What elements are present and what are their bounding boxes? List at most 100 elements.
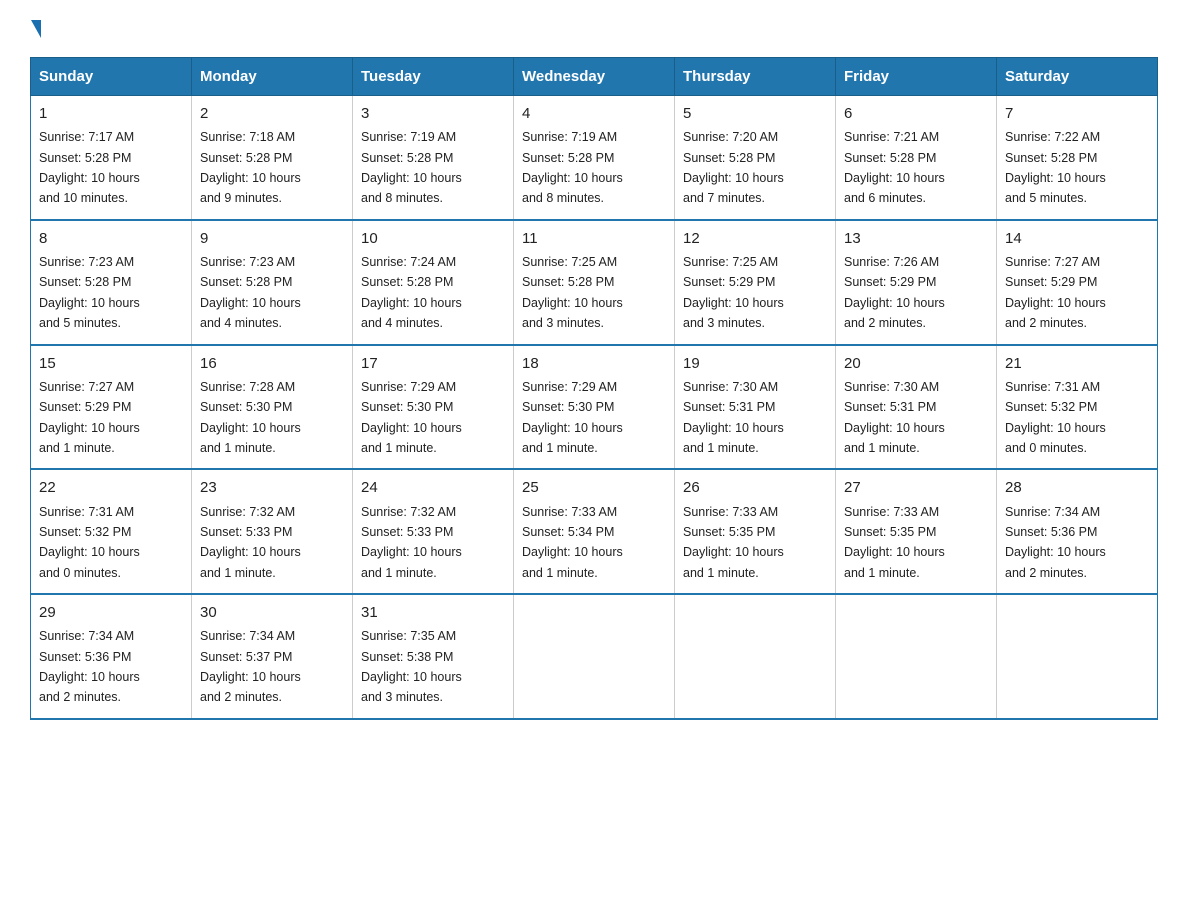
calendar-cell: 17 Sunrise: 7:29 AMSunset: 5:30 PMDayligh… [353, 345, 514, 470]
day-info: Sunrise: 7:27 AMSunset: 5:29 PMDaylight:… [1005, 255, 1106, 330]
calendar-cell: 14 Sunrise: 7:27 AMSunset: 5:29 PMDayligh… [997, 220, 1158, 345]
logo [30, 20, 41, 39]
day-number: 30 [200, 601, 344, 624]
day-number: 20 [844, 352, 988, 375]
day-number: 5 [683, 102, 827, 125]
calendar-cell [514, 594, 675, 719]
week-row-3: 15 Sunrise: 7:27 AMSunset: 5:29 PMDayligh… [31, 345, 1158, 470]
calendar-cell: 29 Sunrise: 7:34 AMSunset: 5:36 PMDayligh… [31, 594, 192, 719]
day-number: 19 [683, 352, 827, 375]
day-info: Sunrise: 7:32 AMSunset: 5:33 PMDaylight:… [361, 505, 462, 580]
day-number: 16 [200, 352, 344, 375]
calendar-cell: 16 Sunrise: 7:28 AMSunset: 5:30 PMDayligh… [192, 345, 353, 470]
day-info: Sunrise: 7:27 AMSunset: 5:29 PMDaylight:… [39, 380, 140, 455]
day-info: Sunrise: 7:30 AMSunset: 5:31 PMDaylight:… [844, 380, 945, 455]
day-info: Sunrise: 7:21 AMSunset: 5:28 PMDaylight:… [844, 130, 945, 205]
calendar-cell: 19 Sunrise: 7:30 AMSunset: 5:31 PMDayligh… [675, 345, 836, 470]
calendar-cell: 2 Sunrise: 7:18 AMSunset: 5:28 PMDaylight… [192, 96, 353, 220]
calendar-cell: 15 Sunrise: 7:27 AMSunset: 5:29 PMDayligh… [31, 345, 192, 470]
day-info: Sunrise: 7:19 AMSunset: 5:28 PMDaylight:… [522, 130, 623, 205]
day-info: Sunrise: 7:33 AMSunset: 5:34 PMDaylight:… [522, 505, 623, 580]
day-number: 7 [1005, 102, 1149, 125]
calendar-cell: 4 Sunrise: 7:19 AMSunset: 5:28 PMDaylight… [514, 96, 675, 220]
day-number: 25 [522, 476, 666, 499]
calendar-cell: 18Sunrise: 7:29 AMSunset: 5:30 PMDayligh… [514, 345, 675, 470]
calendar-cell: 31 Sunrise: 7:35 AMSunset: 5:38 PMDayligh… [353, 594, 514, 719]
calendar-cell: 10 Sunrise: 7:24 AMSunset: 5:28 PMDayligh… [353, 220, 514, 345]
calendar-cell: 11Sunrise: 7:25 AMSunset: 5:28 PMDayligh… [514, 220, 675, 345]
calendar-cell: 5 Sunrise: 7:20 AMSunset: 5:28 PMDaylight… [675, 96, 836, 220]
col-header-friday: Friday [836, 58, 997, 96]
day-number: 8 [39, 227, 183, 250]
day-number: 22 [39, 476, 183, 499]
day-info: Sunrise: 7:31 AMSunset: 5:32 PMDaylight:… [1005, 380, 1106, 455]
calendar-cell [997, 594, 1158, 719]
calendar-cell: 21 Sunrise: 7:31 AMSunset: 5:32 PMDayligh… [997, 345, 1158, 470]
day-number: 10 [361, 227, 505, 250]
day-info: Sunrise: 7:31 AMSunset: 5:32 PMDaylight:… [39, 505, 140, 580]
day-info: Sunrise: 7:32 AMSunset: 5:33 PMDaylight:… [200, 505, 301, 580]
calendar-table: SundayMondayTuesdayWednesdayThursdayFrid… [30, 57, 1158, 720]
day-info: Sunrise: 7:24 AMSunset: 5:28 PMDaylight:… [361, 255, 462, 330]
col-header-monday: Monday [192, 58, 353, 96]
calendar-cell: 26Sunrise: 7:33 AMSunset: 5:35 PMDayligh… [675, 469, 836, 594]
day-info: Sunrise: 7:35 AMSunset: 5:38 PMDaylight:… [361, 629, 462, 704]
day-info: Sunrise: 7:18 AMSunset: 5:28 PMDaylight:… [200, 130, 301, 205]
day-info: Sunrise: 7:19 AMSunset: 5:28 PMDaylight:… [361, 130, 462, 205]
calendar-cell: 3Sunrise: 7:19 AMSunset: 5:28 PMDaylight… [353, 96, 514, 220]
day-info: Sunrise: 7:23 AMSunset: 5:28 PMDaylight:… [200, 255, 301, 330]
day-info: Sunrise: 7:34 AMSunset: 5:36 PMDaylight:… [1005, 505, 1106, 580]
day-number: 13 [844, 227, 988, 250]
calendar-cell: 13 Sunrise: 7:26 AMSunset: 5:29 PMDayligh… [836, 220, 997, 345]
day-number: 17 [361, 352, 505, 375]
col-header-thursday: Thursday [675, 58, 836, 96]
day-info: Sunrise: 7:17 AMSunset: 5:28 PMDaylight:… [39, 130, 140, 205]
calendar-cell: 25 Sunrise: 7:33 AMSunset: 5:34 PMDayligh… [514, 469, 675, 594]
col-header-wednesday: Wednesday [514, 58, 675, 96]
day-info: Sunrise: 7:33 AMSunset: 5:35 PMDaylight:… [844, 505, 945, 580]
col-header-tuesday: Tuesday [353, 58, 514, 96]
week-row-2: 8 Sunrise: 7:23 AMSunset: 5:28 PMDaylight… [31, 220, 1158, 345]
day-info: Sunrise: 7:26 AMSunset: 5:29 PMDaylight:… [844, 255, 945, 330]
week-row-5: 29 Sunrise: 7:34 AMSunset: 5:36 PMDayligh… [31, 594, 1158, 719]
day-info: Sunrise: 7:28 AMSunset: 5:30 PMDaylight:… [200, 380, 301, 455]
day-info: Sunrise: 7:23 AMSunset: 5:28 PMDaylight:… [39, 255, 140, 330]
calendar-cell [836, 594, 997, 719]
day-number: 27 [844, 476, 988, 499]
calendar-cell: 7Sunrise: 7:22 AMSunset: 5:28 PMDaylight… [997, 96, 1158, 220]
day-number: 14 [1005, 227, 1149, 250]
day-number: 18 [522, 352, 666, 375]
calendar-cell: 9 Sunrise: 7:23 AMSunset: 5:28 PMDaylight… [192, 220, 353, 345]
day-number: 28 [1005, 476, 1149, 499]
day-number: 24 [361, 476, 505, 499]
day-info: Sunrise: 7:34 AMSunset: 5:37 PMDaylight:… [200, 629, 301, 704]
logo-arrow-icon [31, 20, 41, 38]
calendar-cell: 23 Sunrise: 7:32 AMSunset: 5:33 PMDayligh… [192, 469, 353, 594]
day-number: 9 [200, 227, 344, 250]
day-number: 12 [683, 227, 827, 250]
day-number: 23 [200, 476, 344, 499]
calendar-cell: 24 Sunrise: 7:32 AMSunset: 5:33 PMDayligh… [353, 469, 514, 594]
calendar-cell: 28 Sunrise: 7:34 AMSunset: 5:36 PMDayligh… [997, 469, 1158, 594]
day-info: Sunrise: 7:30 AMSunset: 5:31 PMDaylight:… [683, 380, 784, 455]
day-number: 2 [200, 102, 344, 125]
day-info: Sunrise: 7:25 AMSunset: 5:29 PMDaylight:… [683, 255, 784, 330]
day-number: 21 [1005, 352, 1149, 375]
day-info: Sunrise: 7:20 AMSunset: 5:28 PMDaylight:… [683, 130, 784, 205]
page-header [30, 20, 1158, 39]
calendar-cell: 20 Sunrise: 7:30 AMSunset: 5:31 PMDayligh… [836, 345, 997, 470]
calendar-cell: 30 Sunrise: 7:34 AMSunset: 5:37 PMDayligh… [192, 594, 353, 719]
day-info: Sunrise: 7:29 AMSunset: 5:30 PMDaylight:… [361, 380, 462, 455]
day-number: 31 [361, 601, 505, 624]
day-number: 15 [39, 352, 183, 375]
day-number: 29 [39, 601, 183, 624]
calendar-cell: 27 Sunrise: 7:33 AMSunset: 5:35 PMDayligh… [836, 469, 997, 594]
day-info: Sunrise: 7:34 AMSunset: 5:36 PMDaylight:… [39, 629, 140, 704]
day-number: 11 [522, 227, 666, 250]
day-number: 4 [522, 102, 666, 125]
calendar-cell [675, 594, 836, 719]
calendar-cell: 22 Sunrise: 7:31 AMSunset: 5:32 PMDayligh… [31, 469, 192, 594]
calendar-cell: 6Sunrise: 7:21 AMSunset: 5:28 PMDaylight… [836, 96, 997, 220]
day-info: Sunrise: 7:33 AMSunset: 5:35 PMDaylight:… [683, 505, 784, 580]
calendar-cell: 8 Sunrise: 7:23 AMSunset: 5:28 PMDaylight… [31, 220, 192, 345]
